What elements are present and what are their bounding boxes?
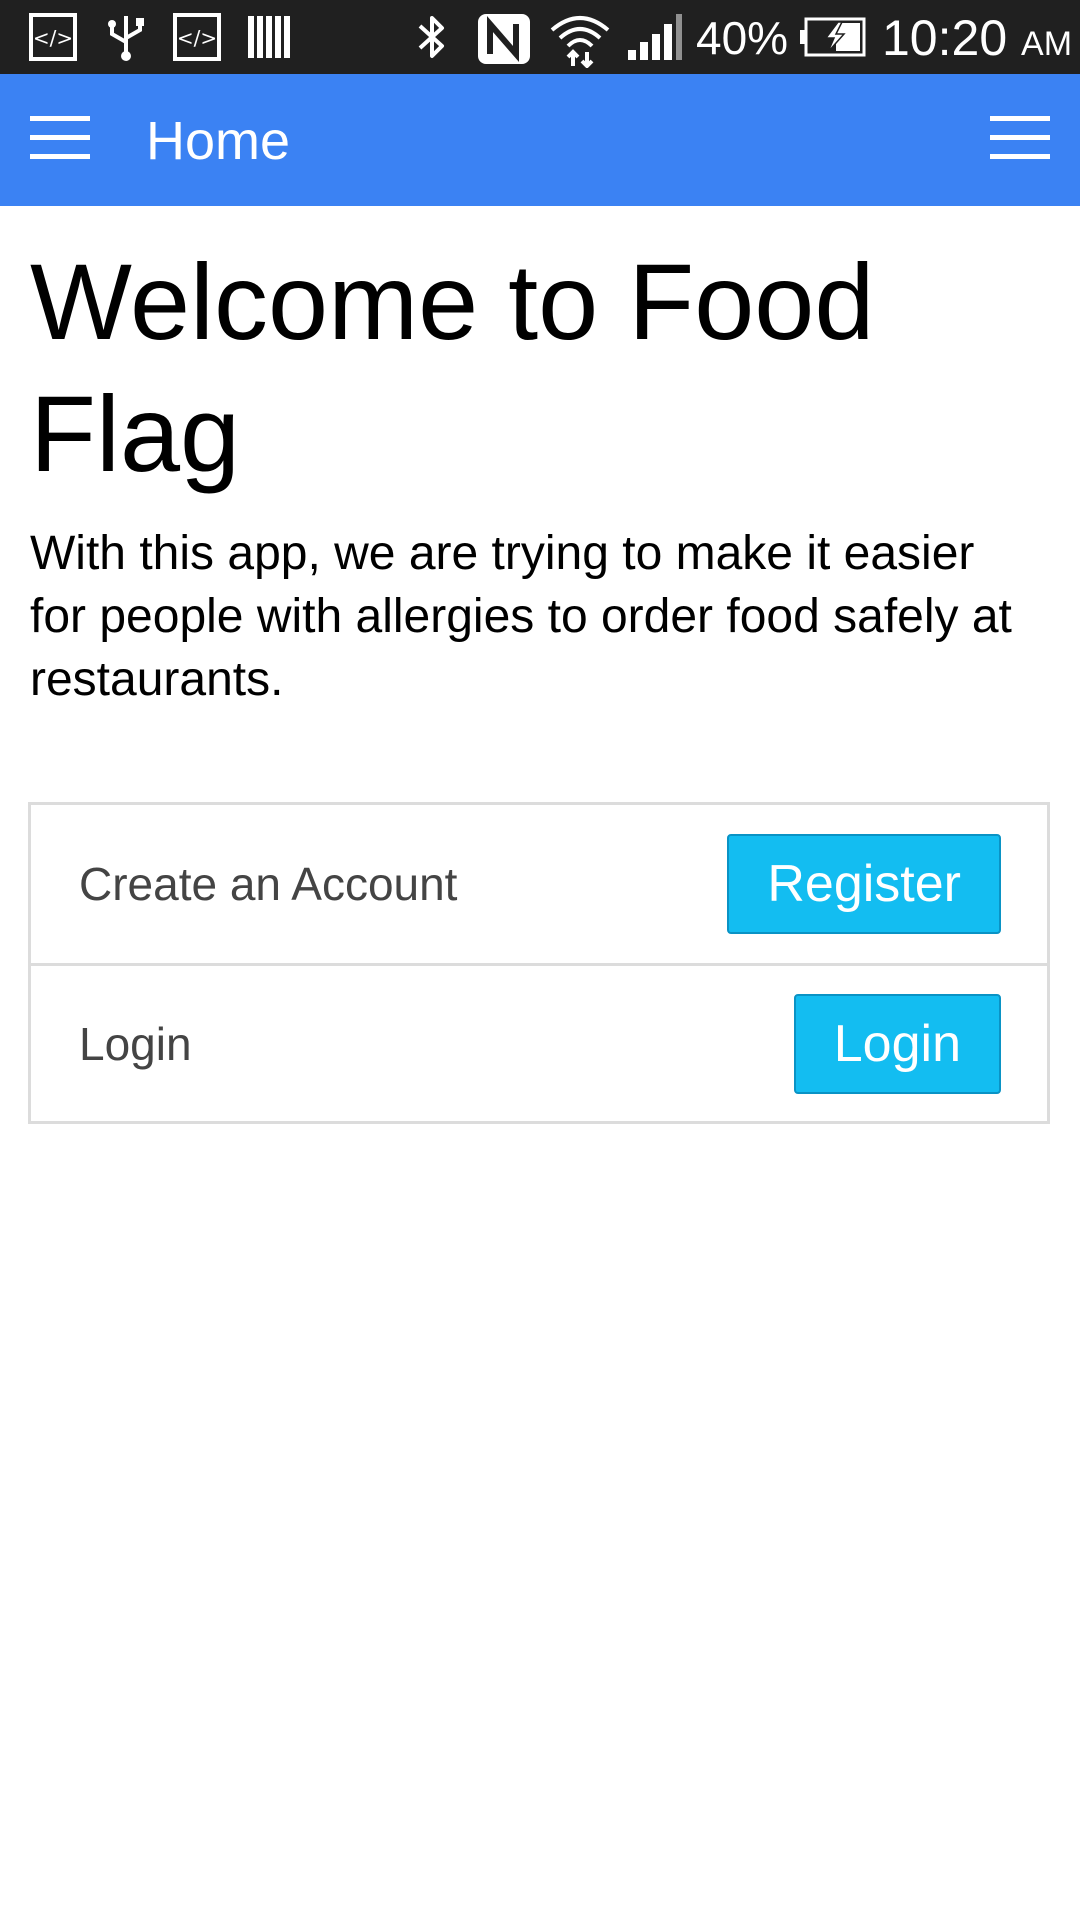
code-icon: </>: [172, 12, 222, 62]
register-label: Create an Account: [79, 858, 458, 910]
status-bar: </> </> 40% 10:20 AM: [0, 0, 1080, 74]
register-row: Create an Account Register: [31, 805, 1047, 963]
login-button[interactable]: Login: [793, 993, 1001, 1094]
app-bar: Home: [0, 74, 1080, 206]
battery-charging-icon: [800, 16, 868, 66]
menu-icon[interactable]: [30, 114, 90, 162]
intro-text: With this app, we are trying to make it …: [30, 527, 1012, 706]
bluetooth-icon: [412, 12, 452, 62]
barcode-icon: [246, 12, 292, 62]
svg-text:</>: </>: [33, 26, 73, 50]
menu-icon[interactable]: [990, 114, 1050, 162]
page-title: Home: [146, 111, 291, 171]
usb-icon: [102, 12, 150, 62]
status-time-ampm: AM: [1021, 25, 1073, 63]
login-label: Login: [79, 1017, 192, 1070]
wifi-icon: [548, 12, 612, 68]
code-icon: </>: [28, 12, 78, 62]
register-button[interactable]: Register: [727, 834, 1001, 934]
battery-percent: 40%: [696, 12, 789, 64]
signal-icon: [626, 12, 682, 62]
screen: </> </> 40% 10:20 AM Home Welcome to Foo…: [0, 0, 1080, 1920]
status-time-value: 10:20: [882, 10, 1008, 66]
svg-text:</>: </>: [177, 26, 217, 50]
nfc-icon: [476, 12, 532, 64]
login-row: Login Login: [31, 963, 1047, 1121]
status-time: 10:20 AM: [882, 10, 1072, 72]
welcome-heading: Welcome to Food Flag: [30, 241, 875, 494]
action-list: Create an Account Register Login Login: [28, 802, 1050, 1124]
